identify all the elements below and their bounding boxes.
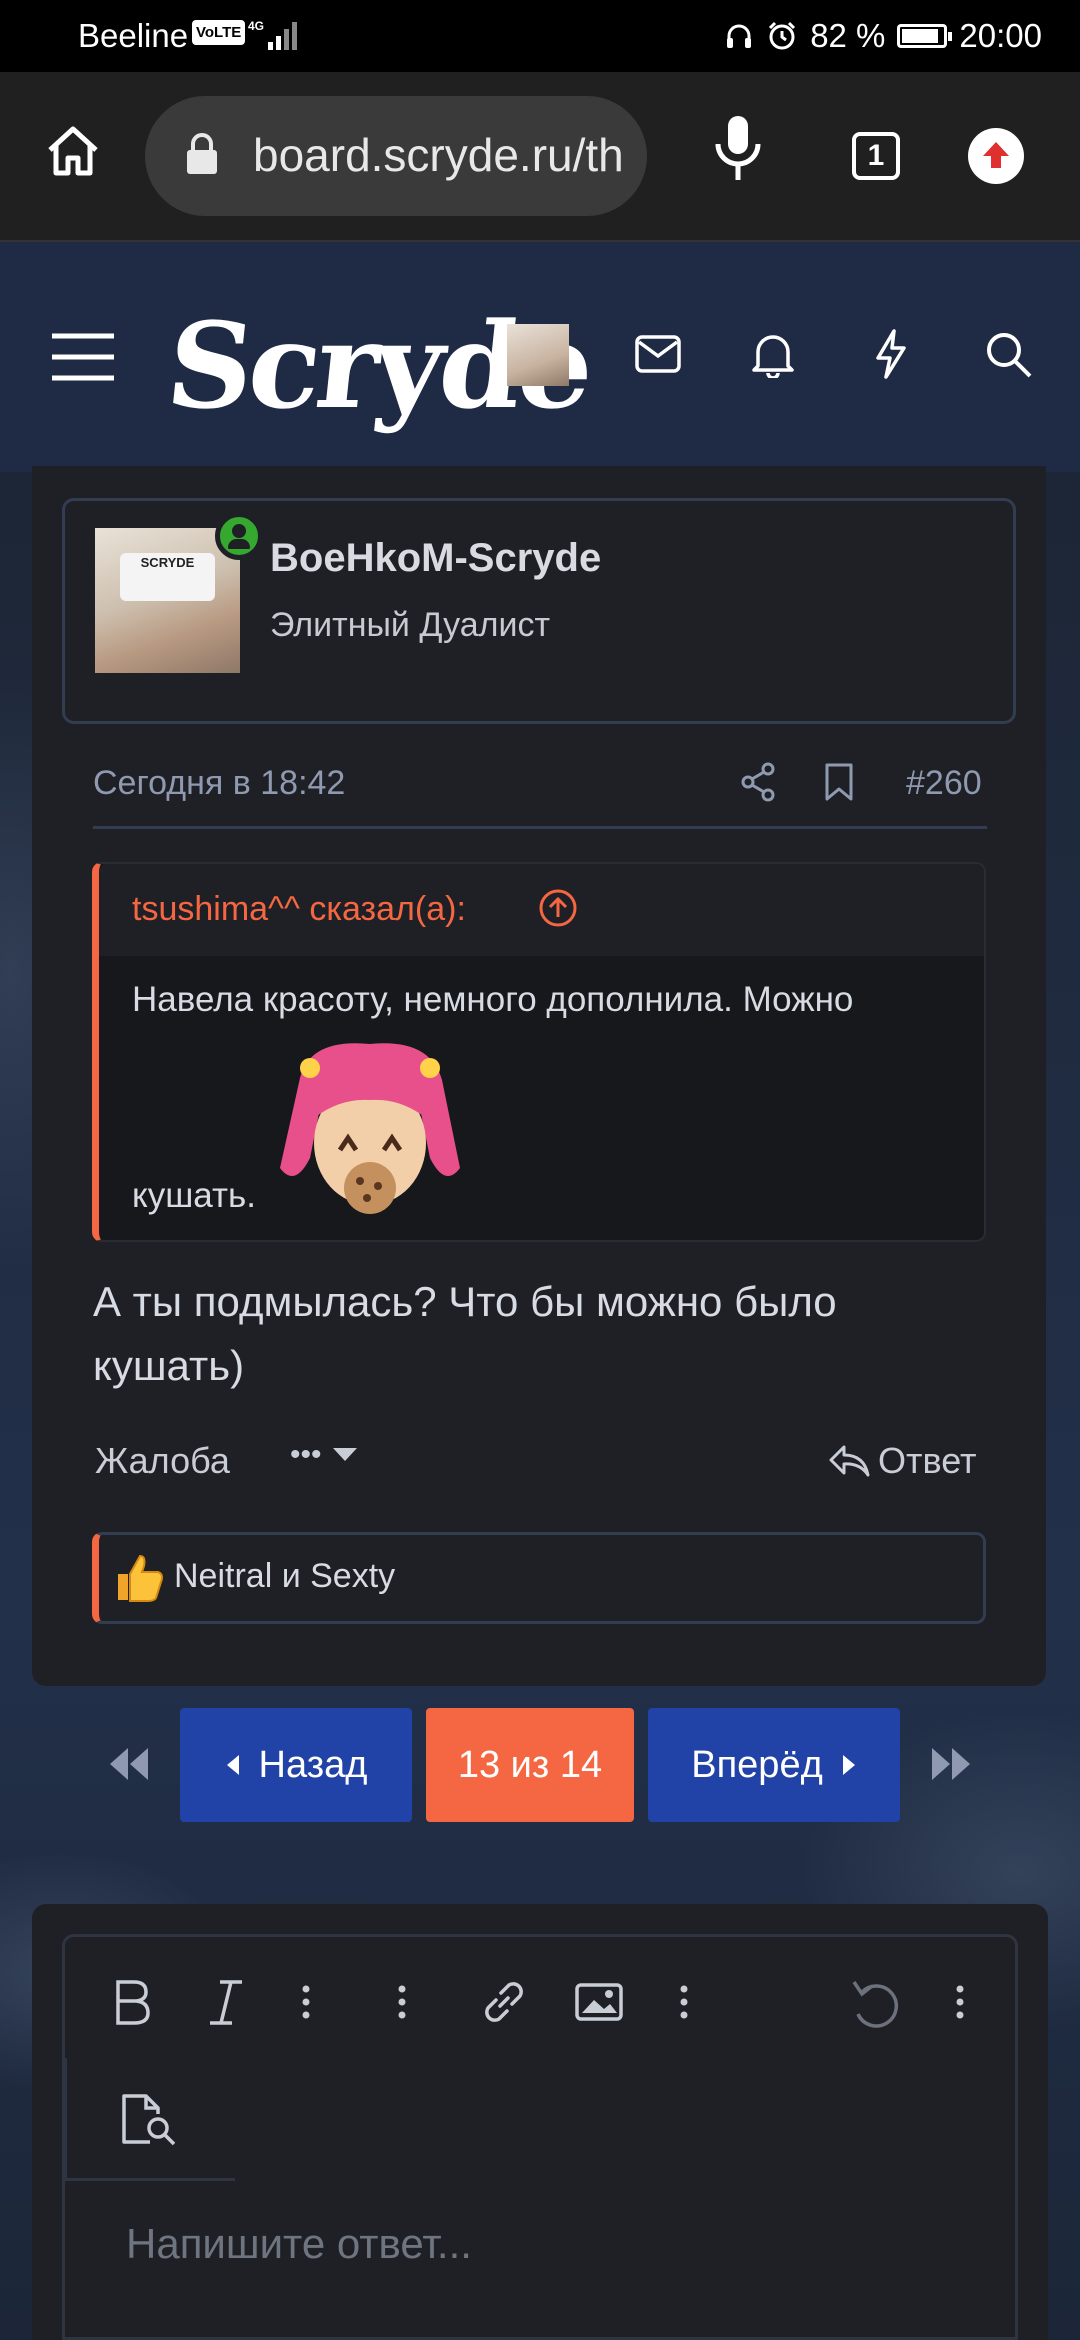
more-dots: ••• xyxy=(290,1438,322,1471)
lock-icon xyxy=(187,133,217,174)
last-page-icon[interactable] xyxy=(930,1746,974,1782)
report-link[interactable]: Жалоба xyxy=(95,1440,230,1482)
user-avatar-small[interactable] xyxy=(507,324,569,386)
reply-input[interactable]: Напишите ответ... xyxy=(126,2220,472,2268)
reply-label: Ответ xyxy=(878,1440,977,1481)
author-avatar[interactable]: SCRYDE xyxy=(95,528,240,673)
thumbs-up-icon xyxy=(118,1554,163,1602)
prev-page-button[interactable]: Назад xyxy=(180,1708,412,1822)
address-bar[interactable]: board.scryde.ru/th xyxy=(145,96,647,216)
signal-icon: 4G xyxy=(248,18,300,62)
more-actions-button[interactable]: ••• xyxy=(290,1438,358,1472)
next-page-label: Вперёд xyxy=(691,1743,823,1786)
post-body-line1: А ты подмылась? Что бы можно было xyxy=(93,1278,837,1325)
post-body: А ты подмылась? Что бы можно было кушать… xyxy=(93,1270,837,1398)
next-page-button[interactable]: Вперёд xyxy=(648,1708,900,1822)
status-right: 82 % 20:00 xyxy=(724,17,1042,55)
quote-author[interactable]: tsushima^^ сказал(а): xyxy=(132,890,466,929)
lightning-icon[interactable] xyxy=(872,328,910,380)
tab-switcher-button[interactable]: 1 xyxy=(852,132,900,180)
status-bar: Beeline VoLTE 4G 82 % 20:00 xyxy=(0,0,1080,72)
reactions-text[interactable]: Neitral и Sexty xyxy=(174,1557,395,1596)
battery-icon xyxy=(897,24,953,48)
headphones-icon xyxy=(727,24,752,48)
caret-down-icon xyxy=(332,1448,357,1461)
carrier-name: Beeline xyxy=(78,17,189,54)
battery-percent: 82 % xyxy=(810,17,886,54)
url-text: board.scryde.ru/th xyxy=(253,129,624,181)
quote-text-line1: Навела красоту, немного дополнила. Можно xyxy=(132,980,854,1019)
image-icon[interactable] xyxy=(574,1982,624,2022)
caret-left-icon xyxy=(226,1755,239,1775)
clock: 20:00 xyxy=(959,17,1042,54)
search-icon[interactable] xyxy=(984,330,1034,380)
anime-girl-eating-cookie-sticker xyxy=(280,1043,460,1214)
alarm-icon xyxy=(769,21,796,50)
mail-icon[interactable] xyxy=(634,334,682,374)
more-vertical-icon[interactable] xyxy=(678,1984,690,2020)
italic-icon[interactable] xyxy=(208,1978,244,2026)
post-timestamp[interactable]: Сегодня в 18:42 xyxy=(93,764,345,803)
update-icon[interactable] xyxy=(968,128,1024,184)
author-title: Элитный Дуалист xyxy=(270,606,551,644)
quote-text-line2: кушать. xyxy=(132,1176,256,1215)
more-vertical-icon[interactable] xyxy=(300,1984,312,2020)
prev-page-label: Назад xyxy=(258,1743,368,1786)
first-page-icon[interactable] xyxy=(106,1746,150,1782)
reply-icon xyxy=(829,1445,870,1477)
current-page-indicator[interactable]: 13 из 14 xyxy=(426,1708,634,1822)
menu-icon[interactable] xyxy=(50,332,116,382)
go-to-quote-icon[interactable] xyxy=(538,888,578,928)
browser-toolbar: board.scryde.ru/th 1 xyxy=(0,72,1080,242)
author-username[interactable]: BoeHkoM-Scryde xyxy=(270,536,601,581)
more-vertical-icon[interactable] xyxy=(396,1984,408,2020)
preview-icon[interactable] xyxy=(120,2092,178,2146)
more-vertical-icon[interactable] xyxy=(954,1984,966,2020)
share-icon[interactable] xyxy=(740,762,776,802)
bookmark-icon[interactable] xyxy=(824,762,854,802)
caret-right-icon xyxy=(842,1755,855,1775)
online-status-icon xyxy=(215,512,263,560)
reply-button[interactable]: Ответ xyxy=(828,1440,977,1482)
svg-text:4G: 4G xyxy=(248,19,264,33)
home-icon[interactable] xyxy=(44,122,102,180)
bell-icon[interactable] xyxy=(750,330,796,378)
link-icon[interactable] xyxy=(478,1976,530,2028)
avatar-shirt-print: SCRYDE xyxy=(120,553,215,601)
volte-badge: VoLTE xyxy=(192,20,246,45)
bold-icon[interactable] xyxy=(112,1978,152,2026)
post-body-line2: кушать) xyxy=(93,1342,245,1389)
undo-icon[interactable] xyxy=(850,1978,902,2028)
divider xyxy=(93,826,987,829)
microphone-icon[interactable] xyxy=(712,114,764,184)
post-number[interactable]: #260 xyxy=(906,764,982,803)
